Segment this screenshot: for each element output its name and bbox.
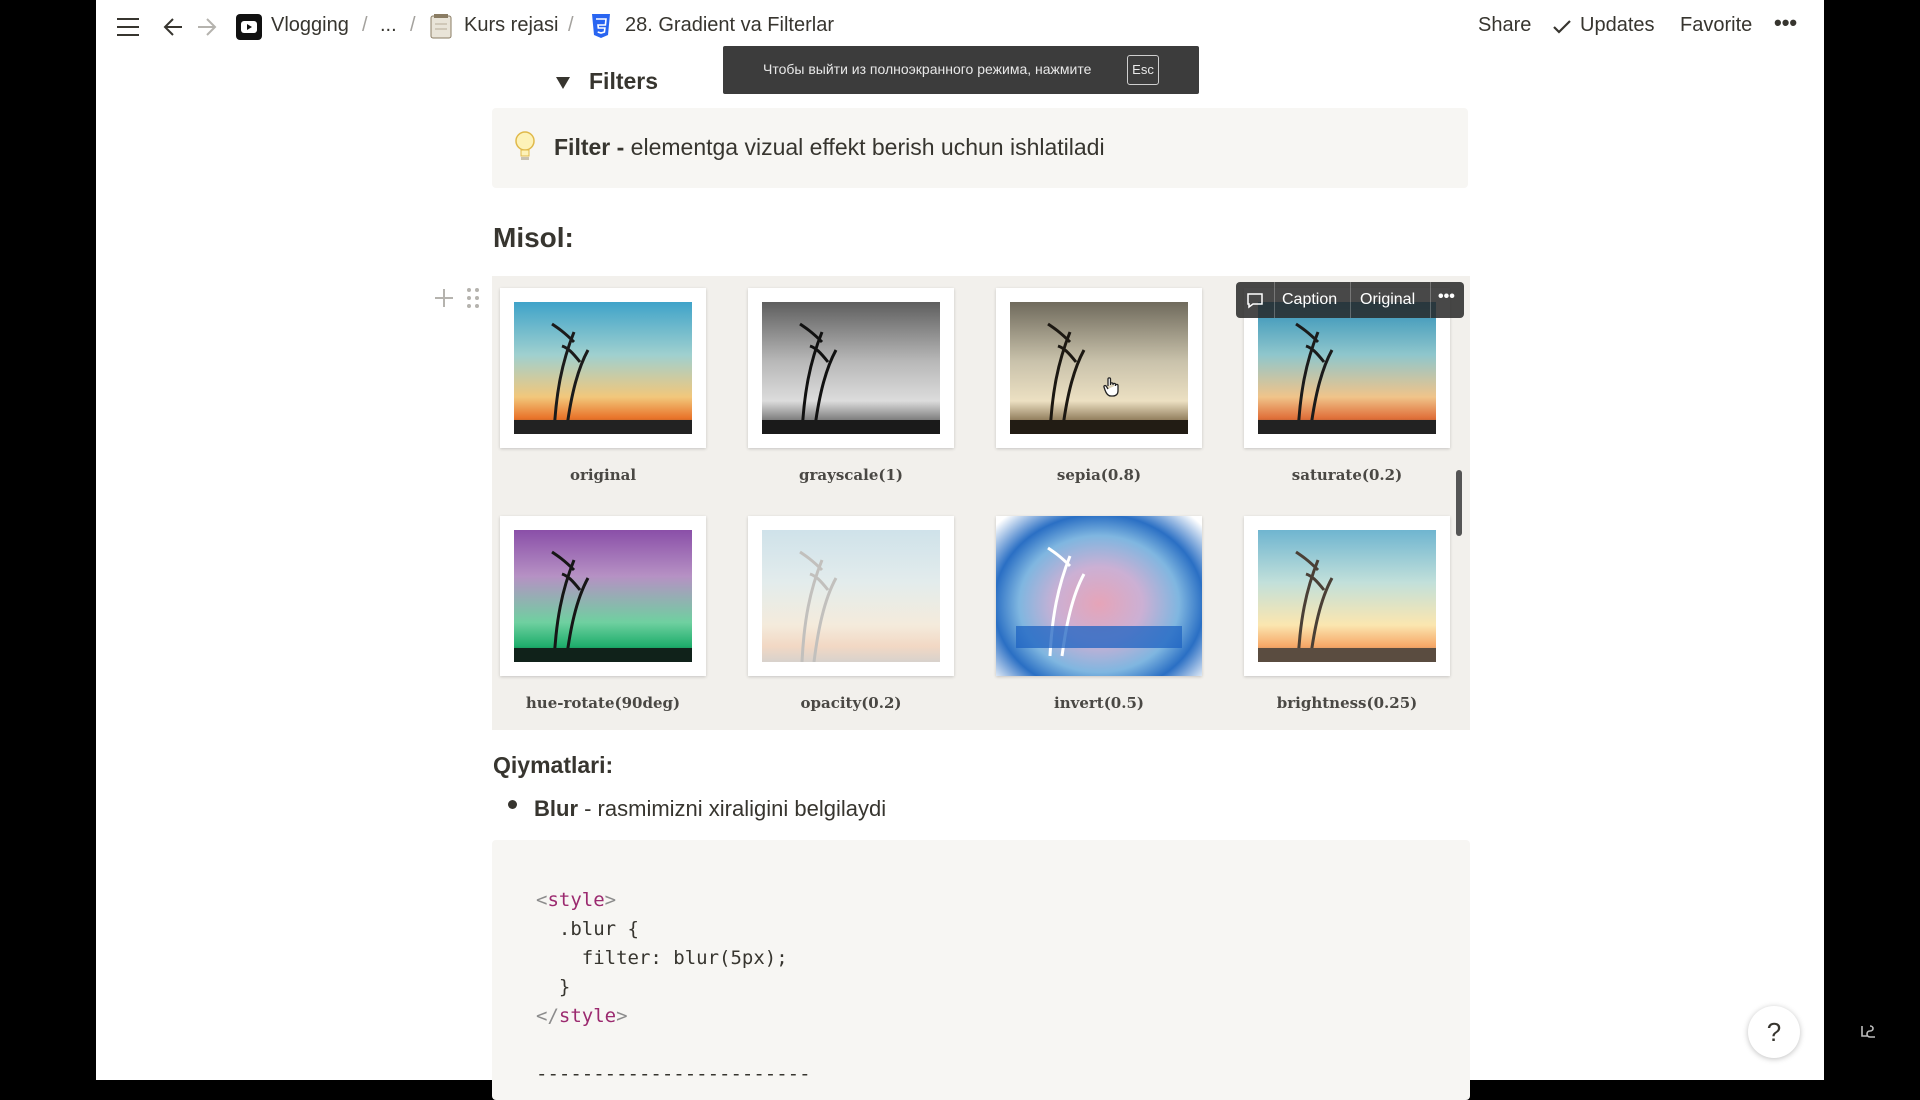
breadcrumb-vlogging[interactable]: Vlogging <box>271 14 349 37</box>
code-punctuation: > <box>616 1005 628 1027</box>
back-arrow-icon[interactable] <box>162 17 184 37</box>
thumbnail-caption: opacity(0.2) <box>800 694 902 712</box>
thumbnail-image <box>762 302 940 434</box>
bullet-bold: Blur <box>534 796 578 821</box>
thumbnail-image <box>514 530 692 662</box>
thumbnail-opacity <box>748 516 954 676</box>
help-button[interactable]: ? <box>1748 1006 1800 1058</box>
lightbulb-icon <box>515 131 535 160</box>
thumbnail-sepia <box>996 288 1202 448</box>
toolbar-divider <box>1274 282 1275 318</box>
thumbnail-image <box>1258 302 1436 434</box>
thumbnail-caption: invert(0.5) <box>1054 694 1144 712</box>
image-block[interactable]: original grayscale(1) sepia(0.8) saturat… <box>492 276 1470 730</box>
watermark-logo-icon <box>1861 1025 1875 1038</box>
code-content: <style> .blur { filter: blur(5px); } </s… <box>536 886 811 1089</box>
breadcrumb-separator: / <box>362 14 368 36</box>
bullet-dot <box>508 800 517 809</box>
thumbnail-image <box>514 302 692 434</box>
thumbnail-invert <box>996 516 1202 676</box>
caption-button[interactable]: Caption <box>1282 291 1337 309</box>
toggle-title: Filters <box>589 68 659 94</box>
code-punctuation: > <box>604 889 617 911</box>
code-punctuation: </ <box>536 1005 559 1027</box>
thumbnail-image <box>1010 302 1188 434</box>
bullet-item-blur: Blur - rasmimizni xiraligini belgilaydi <box>534 796 886 822</box>
code-punctuation: < <box>536 889 548 911</box>
thumbnail-original <box>500 288 706 448</box>
youtube-icon <box>236 14 262 40</box>
hand-cursor-icon <box>1103 377 1119 397</box>
css3-icon <box>592 14 610 38</box>
thumbnail-grayscale <box>748 288 954 448</box>
code-tag: style <box>547 889 605 911</box>
thumbnail-caption: hue-rotate(90deg) <box>525 694 681 712</box>
menu-icon[interactable] <box>117 17 139 37</box>
callout-block: Filter - elementga vizual effekt berish … <box>492 108 1468 188</box>
thumbnail-caption: sepia(0.8) <box>1056 466 1142 484</box>
bullet-body: - rasmimizni xiraligini belgilaydi <box>578 796 887 821</box>
thumbnail-hue-rotate <box>500 516 706 676</box>
code-tag: style <box>558 1005 617 1027</box>
original-button[interactable]: Original <box>1360 291 1415 309</box>
toggle-triangle-icon[interactable] <box>556 77 570 89</box>
image-toolbar: Caption Original ••• <box>1236 282 1464 318</box>
scrollbar-thumb[interactable] <box>1456 470 1462 536</box>
toolbar-divider <box>1430 282 1431 318</box>
toast-text: Чтобы выйти из полноэкранного режима, на… <box>763 61 1092 77</box>
code-line: .blur { <box>536 918 639 940</box>
thumbnail-image <box>762 530 940 662</box>
thumbnail-image <box>996 516 1202 676</box>
drag-handle-icon[interactable] <box>466 286 480 310</box>
forward-arrow-icon[interactable] <box>196 17 218 37</box>
code-block[interactable]: <style> .blur { filter: blur(5px); } </s… <box>492 840 1470 1100</box>
breadcrumb-ellipsis[interactable]: ... <box>380 14 397 37</box>
code-line: filter: blur(5px); <box>536 947 788 969</box>
thumbnail-caption: saturate(0.2) <box>1291 466 1403 484</box>
code-line: ------------------------ <box>536 1063 811 1085</box>
add-block-icon[interactable] <box>433 287 455 309</box>
favorite-button[interactable]: Favorite <box>1680 14 1752 37</box>
checkmark-icon <box>1553 20 1571 34</box>
breadcrumb-separator: / <box>410 14 416 36</box>
share-button[interactable]: Share <box>1478 14 1531 37</box>
more-options-button[interactable]: ••• <box>1774 10 1797 36</box>
qiymatlari-heading: Qiymatlari: <box>493 752 614 778</box>
thumbnail-caption: original <box>569 466 637 484</box>
callout-bold: Filter - <box>554 134 631 160</box>
fullscreen-toast: Чтобы выйти из полноэкранного режима, на… <box>723 46 1199 94</box>
image-more-button[interactable]: ••• <box>1438 288 1455 306</box>
thumbnail-brightness <box>1244 516 1450 676</box>
callout-text: Filter - elementga vizual effekt berish … <box>554 134 1105 161</box>
callout-body: elementga vizual effekt berish uchun ish… <box>630 134 1105 160</box>
breadcrumb-current-page[interactable]: 28. Gradient va Filterlar <box>625 14 834 37</box>
thumbnail-image <box>1258 530 1436 662</box>
notepad-icon <box>430 14 452 39</box>
breadcrumb-kurs-rejasi[interactable]: Kurs rejasi <box>464 14 558 37</box>
esc-key-badge: Esc <box>1127 55 1159 85</box>
updates-button[interactable]: Updates <box>1580 14 1655 37</box>
misol-heading: Misol: <box>493 222 574 253</box>
thumbnail-caption: brightness(0.25) <box>1276 694 1418 712</box>
breadcrumb-separator: / <box>568 14 574 36</box>
toolbar-divider <box>1350 282 1351 318</box>
thumbnail-caption: grayscale(1) <box>799 466 903 484</box>
code-line: } <box>536 976 571 998</box>
comment-icon[interactable] <box>1246 292 1264 309</box>
